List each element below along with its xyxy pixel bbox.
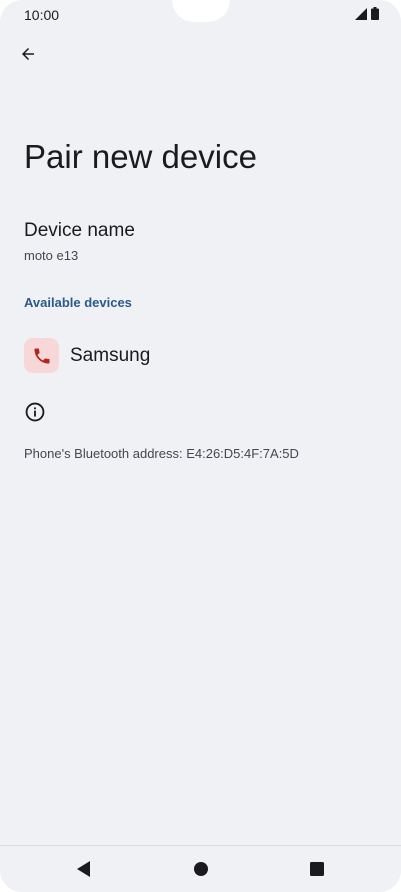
status-time: 10:00	[24, 7, 60, 23]
arrow-back-icon	[22, 48, 34, 60]
bluetooth-address-text: Phone's Bluetooth address: E4:26:D5:4F:7…	[24, 446, 299, 461]
screen: 10:00 Pair new device Device name moto e…	[0, 0, 401, 892]
battery-icon	[371, 7, 379, 20]
nav-recents-icon[interactable]	[308, 860, 326, 878]
camera-notch	[172, 0, 230, 22]
info-icon	[25, 402, 45, 422]
signal-icon	[355, 7, 367, 20]
device-name-value: moto e13	[24, 248, 79, 263]
page-title: Pair new device	[24, 138, 257, 175]
device-name-label: Device name	[24, 220, 135, 241]
navigation-bar	[0, 845, 401, 892]
device-name-setting[interactable]: Device name moto e13	[24, 220, 135, 263]
available-devices-header: Available devices	[24, 295, 132, 310]
nav-back-icon[interactable]	[75, 860, 93, 878]
nav-home-icon[interactable]	[192, 860, 210, 878]
device-icon-container	[24, 338, 59, 373]
phone-icon	[34, 348, 49, 363]
device-label: Samsung	[70, 344, 151, 366]
status-icons	[355, 7, 379, 20]
back-button[interactable]	[14, 40, 42, 68]
status-bar: 10:00	[0, 0, 401, 30]
available-device-item[interactable]: Samsung	[24, 338, 150, 373]
